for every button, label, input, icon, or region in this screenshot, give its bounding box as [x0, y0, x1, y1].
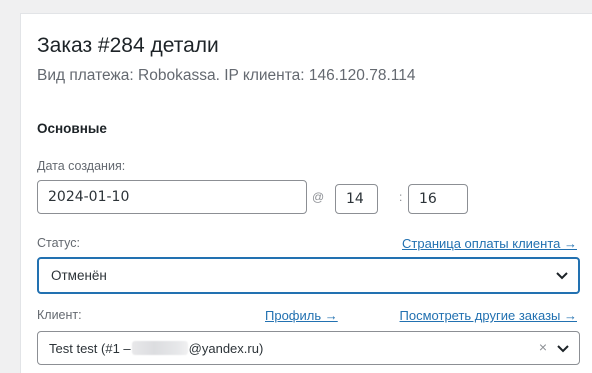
general-section-heading: Основные	[37, 121, 107, 136]
customer-value-suffix: @yandex.ru)	[188, 340, 264, 356]
redacted-email-blur	[131, 341, 188, 355]
date-created-input[interactable]: 2024-01-10	[37, 180, 307, 214]
at-separator: @	[312, 190, 325, 204]
other-orders-link[interactable]: Посмотреть другие заказы →	[400, 308, 577, 323]
profile-link[interactable]: Профиль →	[265, 308, 338, 323]
customer-select[interactable]: Test test (#1 – @yandex.ru) ×	[37, 331, 580, 365]
chevron-down-icon	[556, 272, 568, 280]
status-select[interactable]: Отменён	[37, 257, 580, 294]
minute-value: 16	[419, 191, 437, 207]
hour-input[interactable]: 14	[335, 184, 378, 214]
close-icon[interactable]: ×	[539, 339, 547, 355]
hour-value: 14	[346, 191, 364, 207]
payment-info: Вид платежа: Robokassa. IP клиента: 146.…	[37, 67, 416, 84]
chevron-down-icon	[557, 345, 569, 353]
status-value: Отменён	[51, 268, 107, 283]
customer-payment-page-link[interactable]: Страница оплаты клиента →	[402, 236, 577, 251]
minute-input[interactable]: 16	[408, 184, 468, 214]
date-created-label: Дата создания:	[37, 159, 126, 173]
order-details-panel: Заказ #284 детали Вид платежа: Robokassa…	[20, 13, 592, 373]
date-created-value: 2024-01-10	[48, 189, 130, 205]
time-separator: :	[399, 190, 403, 204]
status-label: Статус:	[37, 236, 80, 250]
customer-value-prefix: Test test (#1 –	[49, 340, 131, 356]
order-title: Заказ #284 детали	[37, 34, 219, 57]
customer-label: Клиент:	[37, 308, 82, 322]
